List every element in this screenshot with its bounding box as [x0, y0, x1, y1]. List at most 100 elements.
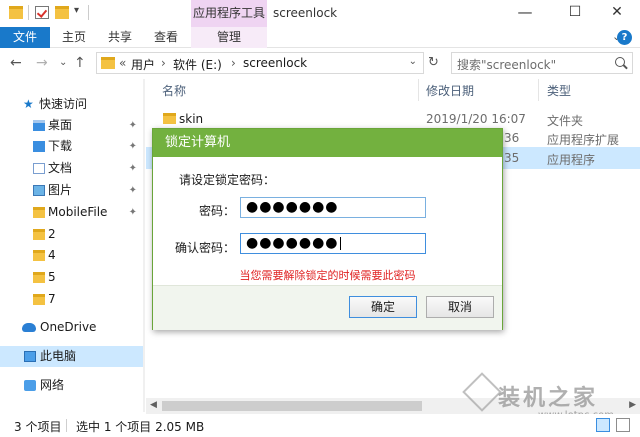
scroll-right-icon[interactable]: ▶ — [629, 400, 636, 410]
sidebar-item-label: MobileFile — [48, 205, 108, 219]
column-header-type[interactable]: 类型 — [547, 82, 571, 99]
details-view-icon[interactable] — [596, 418, 610, 432]
confirm-password-field[interactable]: ●●●●●●● — [240, 233, 426, 254]
back-arrow-icon[interactable]: ← — [10, 55, 22, 71]
breadcrumb-overflow[interactable]: « — [119, 56, 126, 70]
sidebar-item-4[interactable]: 4 — [0, 245, 143, 266]
file-modified: 2019/1/20 16:07 — [426, 112, 526, 126]
sidebar-item-label: 5 — [48, 270, 56, 284]
sidebar-item-label: 快速访问 — [39, 97, 88, 111]
documents-folder-icon — [33, 163, 45, 174]
breadcrumb-current[interactable]: screenlock — [243, 56, 307, 70]
navigation-pane: ★ 快速访问 桌面 ✦ 下载 ✦ 文档 ✦ 图片 ✦ MobileFile ✦ … — [0, 79, 143, 412]
sidebar-item-downloads[interactable]: 下载 ✦ — [0, 136, 143, 157]
sidebar-item-mobilefile[interactable]: MobileFile ✦ — [0, 202, 143, 223]
column-divider[interactable] — [538, 79, 539, 101]
sidebar-item-pictures[interactable]: 图片 ✦ — [0, 180, 143, 201]
folder-icon — [33, 250, 45, 261]
address-bar[interactable]: « 用户 › 软件 (E:) › screenlock ⌄ — [96, 52, 424, 74]
close-button[interactable]: ✕ — [594, 0, 640, 27]
tab-share[interactable]: 共享 — [98, 27, 142, 48]
folder-icon — [33, 229, 45, 240]
sidebar-item-7[interactable]: 7 — [0, 289, 143, 310]
properties-icon[interactable] — [35, 6, 49, 19]
pin-icon[interactable]: ✦ — [129, 115, 137, 136]
sidebar-item-quick-access[interactable]: ★ 快速访问 — [0, 94, 143, 115]
file-modified: 35 — [504, 151, 520, 165]
text-caret — [339, 236, 341, 250]
ribbon-tabs: 文件 主页 共享 查看 管理 ⌄ ? — [0, 27, 640, 48]
breadcrumb-separator: › — [161, 56, 166, 70]
breadcrumb-drive[interactable]: 软件 (E:) — [173, 56, 222, 73]
pin-icon[interactable]: ✦ — [129, 202, 137, 223]
cloud-icon — [22, 323, 36, 332]
sidebar-item-5[interactable]: 5 — [0, 267, 143, 288]
help-icon[interactable]: ? — [617, 30, 632, 45]
new-folder-icon[interactable] — [55, 6, 69, 19]
password-field[interactable]: ●●●●●●● — [240, 197, 426, 218]
pictures-folder-icon — [33, 185, 45, 196]
ok-button[interactable]: 确定 — [349, 296, 417, 318]
sidebar-item-label: 2 — [48, 227, 56, 241]
lock-computer-dialog: 锁定计算机 请设定锁定密码： 密码： ●●●●●●● 确认密码： ●●●●●●●… — [152, 128, 503, 330]
dialog-footer: 确定 取消 — [153, 285, 502, 330]
title-bar: ▾ 应用程序工具 screenlock — ☐ ✕ — [0, 0, 640, 27]
star-icon: ★ — [23, 97, 34, 111]
sidebar-item-this-pc[interactable]: 此电脑 — [0, 346, 143, 367]
refresh-icon[interactable]: ↻ — [428, 55, 439, 70]
sidebar-item-label: 7 — [48, 292, 56, 306]
address-dropdown-icon[interactable]: ⌄ — [409, 56, 417, 67]
large-icons-view-icon[interactable] — [616, 418, 630, 432]
column-header-modified[interactable]: 修改日期 — [426, 82, 474, 99]
up-arrow-icon[interactable]: ↑ — [74, 55, 86, 71]
divider — [28, 5, 29, 20]
sidebar-item-network[interactable]: 网络 — [0, 375, 143, 396]
search-input[interactable]: 搜索"screenlock" — [457, 56, 556, 73]
dialog-prompt: 请设定锁定密码： — [179, 173, 276, 187]
forward-arrow-icon[interactable]: → — [36, 55, 48, 71]
desktop-folder-icon — [33, 120, 45, 131]
context-tab-title: 应用程序工具 — [191, 0, 267, 27]
download-folder-icon — [33, 141, 45, 152]
scroll-left-icon[interactable]: ◀ — [150, 400, 157, 410]
maximize-button[interactable]: ☐ — [552, 0, 598, 27]
customize-toolbar-icon[interactable]: ▾ — [74, 5, 79, 16]
cancel-button[interactable]: 取消 — [426, 296, 494, 318]
file-type: 应用程序扩展 — [547, 133, 620, 147]
pin-icon[interactable]: ✦ — [129, 136, 137, 157]
search-icon — [615, 57, 625, 67]
search-box[interactable]: 搜索"screenlock" — [451, 52, 633, 74]
watermark: 装机之家 — [498, 386, 599, 411]
tab-manage[interactable]: 管理 — [191, 27, 267, 48]
breadcrumb-users[interactable]: 用户 — [131, 56, 155, 73]
folder-icon — [33, 294, 45, 305]
recent-locations-icon[interactable]: ⌄ — [59, 57, 67, 68]
divider — [66, 419, 67, 432]
column-header-name[interactable]: 名称 — [162, 82, 186, 99]
warning-text: 当您需要解除锁定的时候需要此密码 — [239, 269, 416, 282]
sidebar-item-label: 4 — [48, 248, 56, 262]
sidebar-item-label: 文档 — [48, 161, 73, 175]
file-modified: 36 — [504, 131, 520, 145]
window-title: screenlock — [273, 6, 338, 20]
column-divider[interactable] — [418, 79, 419, 101]
sidebar-item-desktop[interactable]: 桌面 ✦ — [0, 115, 143, 136]
status-bar: 3 个项目 选中 1 个项目 2.05 MB — [0, 414, 640, 437]
minimize-button[interactable]: — — [502, 0, 548, 27]
tab-file[interactable]: 文件 — [0, 27, 50, 48]
tab-home[interactable]: 主页 — [52, 27, 96, 48]
sidebar-scrollbar[interactable] — [143, 79, 145, 412]
sidebar-item-label: 网络 — [40, 378, 65, 392]
navigation-bar: ← → ⌄ ↑ « 用户 › 软件 (E:) › screenlock ⌄ ↻ … — [0, 48, 640, 79]
pin-icon[interactable]: ✦ — [129, 158, 137, 179]
sidebar-item-onedrive[interactable]: OneDrive — [0, 317, 143, 338]
pin-icon[interactable]: ✦ — [129, 180, 137, 201]
computer-icon — [24, 351, 36, 362]
tab-view[interactable]: 查看 — [144, 27, 188, 48]
scrollbar-thumb[interactable] — [162, 401, 422, 411]
sidebar-item-label: OneDrive — [40, 320, 97, 334]
password-mask: ●●●●●●● — [246, 199, 339, 215]
sidebar-item-documents[interactable]: 文档 ✦ — [0, 158, 143, 179]
sidebar-item-2[interactable]: 2 — [0, 224, 143, 245]
folder-icon — [163, 113, 176, 124]
